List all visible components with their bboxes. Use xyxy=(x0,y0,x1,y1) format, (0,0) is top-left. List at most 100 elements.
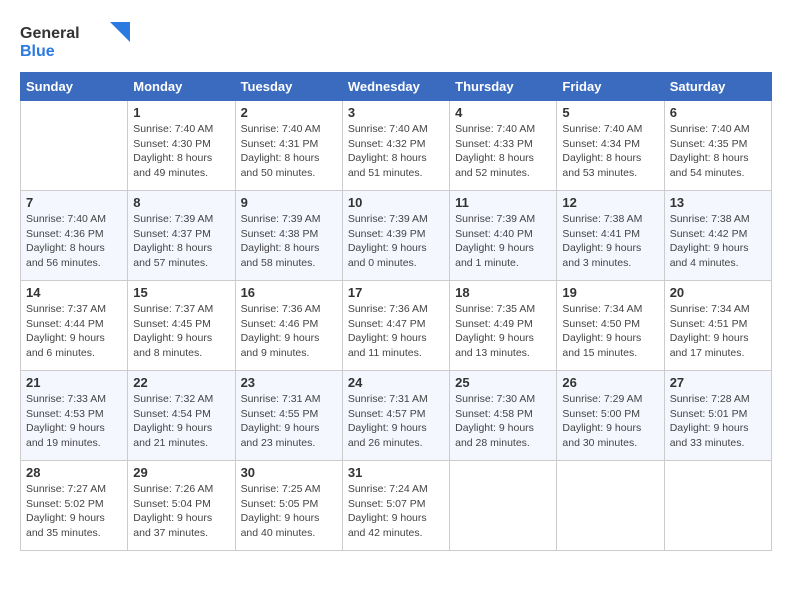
cell-info: Sunrise: 7:40 AMSunset: 4:35 PMDaylight:… xyxy=(670,122,766,181)
calendar-cell: 31 Sunrise: 7:24 AMSunset: 5:07 PMDayligh… xyxy=(342,461,449,551)
day-number: 5 xyxy=(562,105,658,120)
header-saturday: Saturday xyxy=(664,73,771,101)
cell-info: Sunrise: 7:40 AMSunset: 4:32 PMDaylight:… xyxy=(348,122,444,181)
day-number: 19 xyxy=(562,285,658,300)
page-header: GeneralBlue xyxy=(20,20,772,62)
day-number: 20 xyxy=(670,285,766,300)
day-number: 18 xyxy=(455,285,551,300)
header-friday: Friday xyxy=(557,73,664,101)
day-number: 27 xyxy=(670,375,766,390)
cell-info: Sunrise: 7:31 AMSunset: 4:57 PMDaylight:… xyxy=(348,392,444,451)
cell-info: Sunrise: 7:25 AMSunset: 5:05 PMDaylight:… xyxy=(241,482,337,541)
calendar-week-row: 21 Sunrise: 7:33 AMSunset: 4:53 PMDayligh… xyxy=(21,371,772,461)
calendar-cell: 24 Sunrise: 7:31 AMSunset: 4:57 PMDayligh… xyxy=(342,371,449,461)
calendar-table: SundayMondayTuesdayWednesdayThursdayFrid… xyxy=(20,72,772,551)
day-number: 4 xyxy=(455,105,551,120)
cell-info: Sunrise: 7:34 AMSunset: 4:51 PMDaylight:… xyxy=(670,302,766,361)
day-number: 25 xyxy=(455,375,551,390)
calendar-cell: 12 Sunrise: 7:38 AMSunset: 4:41 PMDayligh… xyxy=(557,191,664,281)
cell-info: Sunrise: 7:40 AMSunset: 4:36 PMDaylight:… xyxy=(26,212,122,271)
day-number: 16 xyxy=(241,285,337,300)
calendar-cell: 19 Sunrise: 7:34 AMSunset: 4:50 PMDayligh… xyxy=(557,281,664,371)
header-monday: Monday xyxy=(128,73,235,101)
day-number: 22 xyxy=(133,375,229,390)
calendar-week-row: 1 Sunrise: 7:40 AMSunset: 4:30 PMDaylight… xyxy=(21,101,772,191)
day-number: 31 xyxy=(348,465,444,480)
day-number: 1 xyxy=(133,105,229,120)
calendar-cell: 17Sunrise: 7:36 AMSunset: 4:47 PMDayligh… xyxy=(342,281,449,371)
logo: GeneralBlue xyxy=(20,20,130,62)
calendar-cell: 26 Sunrise: 7:29 AMSunset: 5:00 PMDayligh… xyxy=(557,371,664,461)
cell-info: Sunrise: 7:32 AMSunset: 4:54 PMDaylight:… xyxy=(133,392,229,451)
calendar-cell: 1 Sunrise: 7:40 AMSunset: 4:30 PMDaylight… xyxy=(128,101,235,191)
cell-info: Sunrise: 7:39 AMSunset: 4:37 PMDaylight:… xyxy=(133,212,229,271)
calendar-cell: 30 Sunrise: 7:25 AMSunset: 5:05 PMDayligh… xyxy=(235,461,342,551)
header-thursday: Thursday xyxy=(450,73,557,101)
cell-info: Sunrise: 7:34 AMSunset: 4:50 PMDaylight:… xyxy=(562,302,658,361)
cell-info: Sunrise: 7:36 AMSunset: 4:46 PMDaylight:… xyxy=(241,302,337,361)
cell-info: Sunrise: 7:26 AMSunset: 5:04 PMDaylight:… xyxy=(133,482,229,541)
calendar-cell: 5 Sunrise: 7:40 AMSunset: 4:34 PMDaylight… xyxy=(557,101,664,191)
calendar-cell: 16 Sunrise: 7:36 AMSunset: 4:46 PMDayligh… xyxy=(235,281,342,371)
cell-info: Sunrise: 7:40 AMSunset: 4:31 PMDaylight:… xyxy=(241,122,337,181)
calendar-cell: 23Sunrise: 7:31 AMSunset: 4:55 PMDayligh… xyxy=(235,371,342,461)
header-wednesday: Wednesday xyxy=(342,73,449,101)
day-number: 9 xyxy=(241,195,337,210)
logo-svg: GeneralBlue xyxy=(20,20,130,62)
day-number: 12 xyxy=(562,195,658,210)
calendar-cell: 14 Sunrise: 7:37 AMSunset: 4:44 PMDayligh… xyxy=(21,281,128,371)
calendar-cell: 15Sunrise: 7:37 AMSunset: 4:45 PMDayligh… xyxy=(128,281,235,371)
cell-info: Sunrise: 7:30 AMSunset: 4:58 PMDaylight:… xyxy=(455,392,551,451)
calendar-cell: 21 Sunrise: 7:33 AMSunset: 4:53 PMDayligh… xyxy=(21,371,128,461)
day-number: 3 xyxy=(348,105,444,120)
calendar-cell: 3 Sunrise: 7:40 AMSunset: 4:32 PMDaylight… xyxy=(342,101,449,191)
calendar-week-row: 28Sunrise: 7:27 AMSunset: 5:02 PMDayligh… xyxy=(21,461,772,551)
calendar-cell: 18 Sunrise: 7:35 AMSunset: 4:49 PMDayligh… xyxy=(450,281,557,371)
cell-info: Sunrise: 7:40 AMSunset: 4:30 PMDaylight:… xyxy=(133,122,229,181)
header-sunday: Sunday xyxy=(21,73,128,101)
cell-info: Sunrise: 7:29 AMSunset: 5:00 PMDaylight:… xyxy=(562,392,658,451)
calendar-cell: 4 Sunrise: 7:40 AMSunset: 4:33 PMDaylight… xyxy=(450,101,557,191)
calendar-week-row: 7Sunrise: 7:40 AMSunset: 4:36 PMDaylight… xyxy=(21,191,772,281)
cell-info: Sunrise: 7:39 AMSunset: 4:39 PMDaylight:… xyxy=(348,212,444,271)
calendar-cell: 9 Sunrise: 7:39 AMSunset: 4:38 PMDaylight… xyxy=(235,191,342,281)
cell-info: Sunrise: 7:35 AMSunset: 4:49 PMDaylight:… xyxy=(455,302,551,361)
day-number: 14 xyxy=(26,285,122,300)
calendar-cell: 29Sunrise: 7:26 AMSunset: 5:04 PMDayligh… xyxy=(128,461,235,551)
calendar-cell: 2 Sunrise: 7:40 AMSunset: 4:31 PMDaylight… xyxy=(235,101,342,191)
calendar-cell xyxy=(557,461,664,551)
day-number: 8 xyxy=(133,195,229,210)
cell-info: Sunrise: 7:31 AMSunset: 4:55 PMDaylight:… xyxy=(241,392,337,451)
day-number: 13 xyxy=(670,195,766,210)
day-number: 10 xyxy=(348,195,444,210)
calendar-week-row: 14 Sunrise: 7:37 AMSunset: 4:44 PMDayligh… xyxy=(21,281,772,371)
day-number: 26 xyxy=(562,375,658,390)
calendar-cell: 7Sunrise: 7:40 AMSunset: 4:36 PMDaylight… xyxy=(21,191,128,281)
cell-info: Sunrise: 7:24 AMSunset: 5:07 PMDaylight:… xyxy=(348,482,444,541)
day-number: 2 xyxy=(241,105,337,120)
cell-info: Sunrise: 7:36 AMSunset: 4:47 PMDaylight:… xyxy=(348,302,444,361)
calendar-cell: 13 Sunrise: 7:38 AMSunset: 4:42 PMDayligh… xyxy=(664,191,771,281)
svg-text:Blue: Blue xyxy=(20,43,55,60)
day-number: 15 xyxy=(133,285,229,300)
cell-info: Sunrise: 7:38 AMSunset: 4:42 PMDaylight:… xyxy=(670,212,766,271)
cell-info: Sunrise: 7:40 AMSunset: 4:34 PMDaylight:… xyxy=(562,122,658,181)
calendar-cell: 28Sunrise: 7:27 AMSunset: 5:02 PMDayligh… xyxy=(21,461,128,551)
calendar-cell: 11Sunrise: 7:39 AMSunset: 4:40 PMDayligh… xyxy=(450,191,557,281)
cell-info: Sunrise: 7:33 AMSunset: 4:53 PMDaylight:… xyxy=(26,392,122,451)
cell-info: Sunrise: 7:39 AMSunset: 4:38 PMDaylight:… xyxy=(241,212,337,271)
calendar-cell: 6Sunrise: 7:40 AMSunset: 4:35 PMDaylight… xyxy=(664,101,771,191)
day-number: 30 xyxy=(241,465,337,480)
cell-info: Sunrise: 7:37 AMSunset: 4:44 PMDaylight:… xyxy=(26,302,122,361)
calendar-cell xyxy=(664,461,771,551)
cell-info: Sunrise: 7:27 AMSunset: 5:02 PMDaylight:… xyxy=(26,482,122,541)
calendar-cell: 10 Sunrise: 7:39 AMSunset: 4:39 PMDayligh… xyxy=(342,191,449,281)
cell-info: Sunrise: 7:28 AMSunset: 5:01 PMDaylight:… xyxy=(670,392,766,451)
cell-info: Sunrise: 7:38 AMSunset: 4:41 PMDaylight:… xyxy=(562,212,658,271)
calendar-cell: 22 Sunrise: 7:32 AMSunset: 4:54 PMDayligh… xyxy=(128,371,235,461)
day-number: 24 xyxy=(348,375,444,390)
calendar-cell xyxy=(450,461,557,551)
day-number: 21 xyxy=(26,375,122,390)
day-number: 11 xyxy=(455,195,551,210)
cell-info: Sunrise: 7:40 AMSunset: 4:33 PMDaylight:… xyxy=(455,122,551,181)
